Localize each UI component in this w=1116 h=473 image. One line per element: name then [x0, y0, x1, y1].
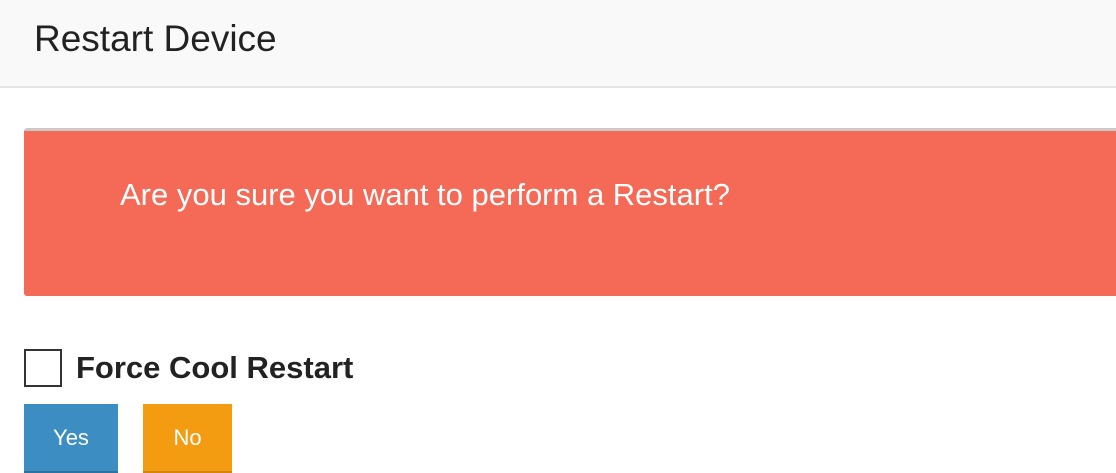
restart-device-page: Restart Device Are you sure you want to …	[0, 0, 1116, 473]
page-title: Restart Device	[34, 18, 277, 59]
page-header: Restart Device	[0, 0, 1116, 88]
confirmation-message: Are you sure you want to perform a Resta…	[120, 177, 730, 212]
yes-button[interactable]: Yes	[24, 404, 118, 473]
confirmation-alert: Are you sure you want to perform a Resta…	[24, 128, 1116, 296]
no-button[interactable]: No	[143, 404, 232, 473]
force-cool-restart-label: Force Cool Restart	[76, 350, 354, 385]
force-cool-restart-option[interactable]: Force Cool Restart	[24, 348, 353, 388]
force-cool-restart-checkbox[interactable]	[24, 349, 62, 387]
